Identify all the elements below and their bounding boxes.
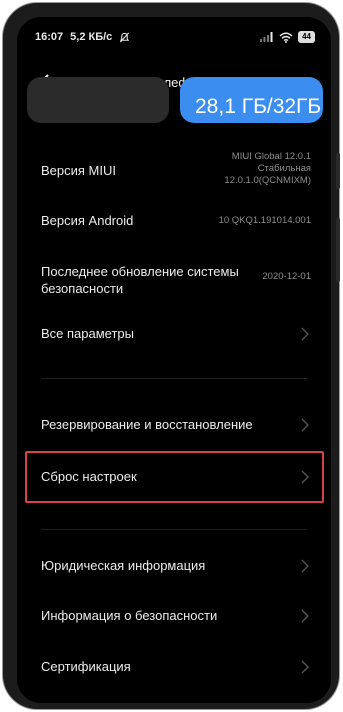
row-miui-version[interactable]: Версия MIUI MIUI Global 12.0.1 Стабильна… [17,147,331,197]
row-miui-title: Версия MIUI [41,163,116,178]
row-reset-title: Сброс настроек [41,469,137,484]
section-divider [41,378,307,379]
wifi-icon [279,32,293,43]
power-button [336,218,340,282]
section-divider [41,529,307,530]
row-backup-title: Резервирование и восстановление [41,417,253,432]
chevron-right-icon [301,470,309,484]
signal-icon [260,32,273,42]
row-cert-title: Сертификация [41,659,131,674]
status-time: 16:07 [35,31,64,43]
chevron-right-icon [301,418,309,432]
row-factory-reset[interactable]: Сброс настроек [17,459,331,495]
row-certification[interactable]: Сертификация [17,650,331,684]
row-miui-value: MIUI Global 12.0.1 Стабильная 12.0.1.0(Q… [224,151,311,187]
phone-frame: 16:07 5,2 КБ/с 44 О телефоне 28,1 ГБ/32Г… [3,3,340,709]
storage-card[interactable]: 28,1 ГБ/32ГБ [180,77,323,123]
chevron-right-icon [301,559,309,573]
row-security-update-title: Последнее обновление системы безопасност… [41,263,239,297]
row-safety-title: Информация о безопасности [41,608,218,623]
row-all-params[interactable]: Все параметры [17,317,331,351]
screen: 16:07 5,2 КБ/с 44 О телефоне 28,1 ГБ/32Г… [17,17,331,703]
row-android-title: Версия Android [41,213,134,228]
storage-card-text: 28,1 ГБ/32ГБ [195,95,322,118]
volume-button [336,153,340,189]
row-legal-title: Юридическая информация [41,558,206,573]
chevron-right-icon [301,609,309,623]
row-all-params-title: Все параметры [41,326,135,341]
row-security-update[interactable]: Последнее обновление системы безопасност… [17,257,331,301]
row-android-version[interactable]: Версия Android 10 QKQ1.191014.001 [17,203,331,237]
security-update-title-line1: Последнее обновление системы [41,264,239,279]
security-update-title-line2: безопасности [41,281,124,296]
status-bar: 16:07 5,2 КБ/с 44 [17,17,331,57]
row-backup[interactable]: Резервирование и восстановление [17,407,331,441]
chevron-right-icon [301,660,309,674]
row-security-update-value: 2020-12-01 [262,271,311,282]
row-safety-info[interactable]: Информация о безопасности [17,599,331,633]
chevron-right-icon [301,327,309,341]
row-android-value: 10 QKQ1.191014.001 [218,215,311,226]
miui-value-line3: 12.0.1.0(QCNMIXM) [224,175,311,186]
battery-icon: 44 [298,31,315,43]
miui-value-line2: Стабильная [257,163,311,174]
device-card[interactable] [27,77,169,123]
mute-icon [120,32,130,42]
row-legal-info[interactable]: Юридическая информация [17,549,331,583]
status-speed: 5,2 КБ/с [70,31,113,43]
miui-value-line1: MIUI Global 12.0.1 [231,151,311,162]
